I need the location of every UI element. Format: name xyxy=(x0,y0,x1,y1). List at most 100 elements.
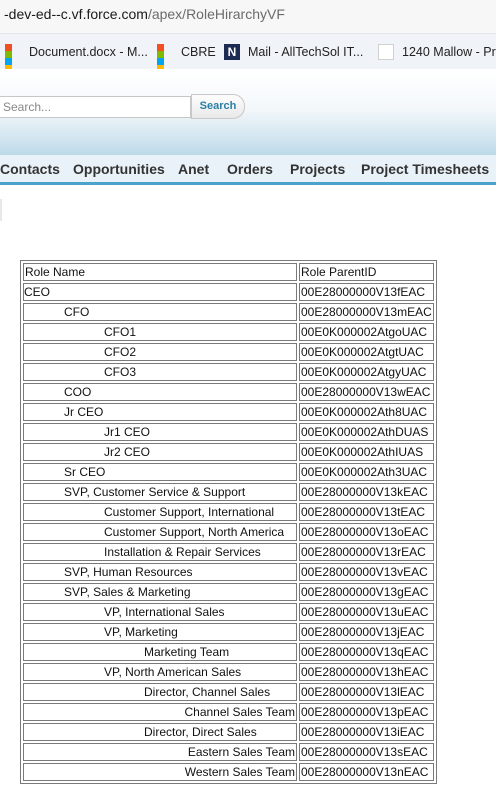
role-name-cell: SVP, Sales & Marketing xyxy=(23,583,297,601)
role-name-cell: Customer Support, North America xyxy=(23,523,297,541)
role-name: Customer Support, North America xyxy=(104,525,285,539)
role-name-cell: SVP, Customer Service & Support xyxy=(23,483,297,501)
divider xyxy=(0,199,2,221)
role-parent-id: 00E0K000002Ath3UAC xyxy=(299,463,434,481)
tab-projects[interactable]: Projects xyxy=(290,161,345,177)
role-parent-id: 00E28000000V13rEAC xyxy=(299,543,434,561)
role-name-cell: Director, Channel Sales xyxy=(23,683,297,701)
table-row: Jr2 CEO 00E0K000002AthIUAS xyxy=(23,443,434,461)
role-name: COO xyxy=(64,385,92,399)
role-parent-id: 00E0K000002AtgyUAC xyxy=(299,363,434,381)
role-parent-id: 00E28000000V13nEAC xyxy=(299,763,434,781)
role-name-cell: CEO xyxy=(23,283,297,301)
role-name: Installation & Repair Services xyxy=(104,545,261,559)
role-name: Jr CEO xyxy=(64,405,104,419)
tab-orders[interactable]: Orders xyxy=(227,161,273,177)
role-parent-id: 00E28000000V13mEAC xyxy=(299,303,434,321)
search-input[interactable] xyxy=(0,96,191,118)
table-row: Channel Sales Team 00E28000000V13pEAC xyxy=(23,703,434,721)
role-name: SVP, Sales & Marketing xyxy=(64,585,191,599)
role-name-cell: CFO2 xyxy=(23,343,297,361)
table-row: CFO2 00E0K000002AtgtUAC xyxy=(23,343,434,361)
role-name-cell: Marketing Team xyxy=(23,643,297,661)
tab-opportunities[interactable]: Opportunities xyxy=(73,161,165,177)
role-name: CFO xyxy=(64,305,90,319)
role-name: Eastern Sales Team xyxy=(187,745,295,759)
table-row: Sr CEO 00E0K000002Ath3UAC xyxy=(23,463,434,481)
role-name: CFO2 xyxy=(104,345,137,359)
bookmark-document[interactable]: Document.docx - M... xyxy=(5,43,148,72)
url-host: -dev-ed--c.vf.force.com xyxy=(4,6,148,22)
role-name-cell: Eastern Sales Team xyxy=(23,743,297,761)
role-name-cell: Customer Support, International xyxy=(23,503,297,521)
bookmarks-bar: Document.docx - M... CBRE N Mail - AllTe… xyxy=(0,33,496,72)
role-name: Director, Direct Sales xyxy=(144,725,257,739)
role-name: VP, North American Sales xyxy=(104,665,242,679)
role-name-cell: Installation & Repair Services xyxy=(23,543,297,561)
role-name: CFO3 xyxy=(104,365,137,379)
role-name-cell: Jr2 CEO xyxy=(23,443,297,461)
microsoft-icon xyxy=(157,44,173,72)
role-parent-id: 00E28000000V13hEAC xyxy=(299,663,434,681)
role-name: VP, International Sales xyxy=(104,605,225,619)
table-row: Eastern Sales Team 00E28000000V13sEAC xyxy=(23,743,434,761)
role-parent-id: 00E0K000002Ath8UAC xyxy=(299,403,434,421)
table-row: SVP, Human Resources 00E28000000V13vEAC xyxy=(23,563,434,581)
role-name-cell: CFO xyxy=(23,303,297,321)
role-parent-id: 00E28000000V13qEAC xyxy=(299,643,434,661)
role-name: Jr1 CEO xyxy=(104,425,151,439)
table-row: Customer Support, International 00E280000… xyxy=(23,503,434,521)
bookmark-label: Document.docx - M... xyxy=(29,45,148,59)
role-parent-id: 00E0K000002AthDUAS xyxy=(299,423,434,441)
microsoft-icon xyxy=(5,44,21,72)
bookmark-mallow[interactable]: 1240 Mallow - Pro xyxy=(378,43,496,61)
bookmark-cbre[interactable]: CBRE xyxy=(157,43,216,72)
role-name-cell: COO xyxy=(23,383,297,401)
role-name-cell: SVP, Human Resources xyxy=(23,563,297,581)
table-row: SVP, Customer Service & Support 00E280000… xyxy=(23,483,434,501)
tab-contacts[interactable]: Contacts xyxy=(0,161,60,177)
role-name: SVP, Customer Service & Support xyxy=(64,485,246,499)
url-path: /apex/RoleHirarchyVF xyxy=(147,6,285,22)
role-name: Western Sales Team xyxy=(184,765,295,779)
role-parent-id: 00E28000000V13sEAC xyxy=(299,743,434,761)
table-row: Western Sales Team 00E28000000V13nEAC xyxy=(23,763,434,781)
tab-project-timesheets[interactable]: Project Timesheets xyxy=(361,161,489,177)
role-name-cell: Jr1 CEO xyxy=(23,423,297,441)
role-hierarchy-table: Role Name Role ParentID CEO 00E28000000V1… xyxy=(20,260,437,784)
address-bar[interactable]: -dev-ed--c.vf.force.com/apex/RoleHirarch… xyxy=(0,0,496,33)
role-parent-id: 00E28000000V13lEAC xyxy=(299,683,434,701)
table-row: Jr1 CEO 00E0K000002AthDUAS xyxy=(23,423,434,441)
role-parent-id: 00E28000000V13fEAC xyxy=(299,283,434,301)
table-row: VP, North American Sales 00E28000000V13hE… xyxy=(23,663,434,681)
table-row: Installation & Repair Services 00E2800000… xyxy=(23,543,434,561)
role-name-cell: VP, Marketing xyxy=(23,623,297,641)
table-row: COO 00E28000000V13wEAC xyxy=(23,383,434,401)
role-name: Sr CEO xyxy=(64,465,106,479)
role-name-cell: Sr CEO xyxy=(23,463,297,481)
role-name-cell: Western Sales Team xyxy=(23,763,297,781)
role-parent-id: 00E28000000V13kEAC xyxy=(299,483,434,501)
role-name-cell: VP, International Sales xyxy=(23,603,297,621)
search-button[interactable]: Search xyxy=(191,94,245,119)
blank-page-icon xyxy=(378,44,394,60)
role-name-cell: Jr CEO xyxy=(23,403,297,421)
column-header-role-name: Role Name xyxy=(23,263,297,281)
role-parent-id: 00E28000000V13pEAC xyxy=(299,703,434,721)
url-text[interactable]: -dev-ed--c.vf.force.com/apex/RoleHirarch… xyxy=(4,6,285,22)
table-row: CFO3 00E0K000002AtgyUAC xyxy=(23,363,434,381)
role-name: Channel Sales Team xyxy=(184,705,295,719)
role-parent-id: 00E28000000V13gEAC xyxy=(299,583,434,601)
role-name-cell: CFO1 xyxy=(23,323,297,341)
role-name: VP, Marketing xyxy=(104,625,178,639)
bookmark-mail[interactable]: N Mail - AllTechSol IT... xyxy=(224,43,363,61)
role-name-cell: VP, North American Sales xyxy=(23,663,297,681)
table-row: Customer Support, North America 00E280000… xyxy=(23,523,434,541)
table-row: VP, International Sales 00E28000000V13uEA… xyxy=(23,603,434,621)
role-name-cell: CFO3 xyxy=(23,363,297,381)
role-parent-id: 00E28000000V13uEAC xyxy=(299,603,434,621)
tab-anet[interactable]: Anet xyxy=(178,161,209,177)
role-name: CEO xyxy=(24,285,51,299)
role-parent-id: 00E28000000V13wEAC xyxy=(299,383,434,401)
role-name: SVP, Human Resources xyxy=(64,565,193,579)
